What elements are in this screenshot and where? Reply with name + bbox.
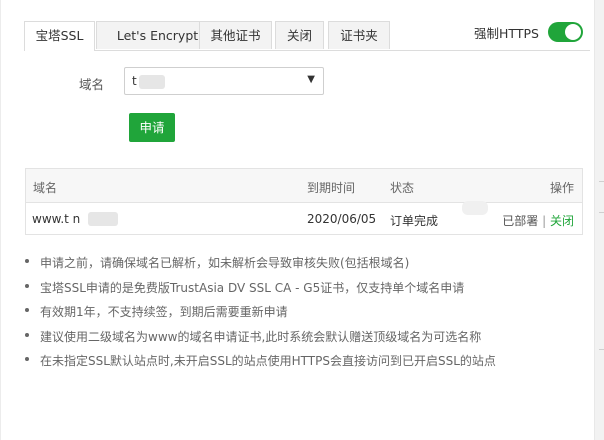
table-row: www.t n 2020/06/05 订单完成 已部署 | 关闭 bbox=[26, 201, 582, 235]
list-item: 有效期1年，不支持续签，到期后需要重新申请 bbox=[24, 303, 496, 328]
bullet-icon bbox=[25, 332, 29, 337]
note-text: 申请之前，请确保域名已解析，如未解析会导致审核失败(包括根域名) bbox=[40, 256, 410, 270]
note-text: 宝塔SSL申请的是免费版TrustAsia DV SSL CA - G5证书，仅… bbox=[40, 280, 465, 295]
row-domain: www.t n bbox=[32, 212, 81, 226]
bullet-icon bbox=[25, 357, 29, 361]
note-text: 在未指定SSL默认站点时,未开启SSL的站点使用HTTPS会直接访问到已开启SS… bbox=[40, 354, 496, 368]
bullet-icon bbox=[25, 308, 29, 312]
certificate-table: 域名 到期时间 状态 操作 www.t n 2020/06/05 订单完成 已部… bbox=[25, 168, 583, 235]
redacted-blur bbox=[139, 75, 165, 89]
panel-left-border bbox=[0, 0, 1, 440]
tab-certificate-folder[interactable]: 证书夹 bbox=[328, 21, 390, 49]
header-actions: 操作 bbox=[549, 181, 574, 195]
header-domain: 域名 bbox=[33, 181, 58, 195]
header-expiry: 到期时间 bbox=[307, 181, 356, 195]
force-https-toggle[interactable] bbox=[548, 22, 583, 42]
strip-tick bbox=[599, 181, 604, 182]
domain-label: 域名 bbox=[79, 77, 105, 92]
row-actions: 已部署 | 关闭 bbox=[502, 212, 574, 229]
strip-tick bbox=[599, 212, 604, 213]
apply-button[interactable]: 申请 bbox=[129, 113, 175, 142]
list-item: 宝塔SSL申请的是免费版TrustAsia DV SSL CA - G5证书，仅… bbox=[24, 279, 496, 304]
header-status: 状态 bbox=[390, 181, 415, 195]
bullet-icon bbox=[25, 259, 29, 263]
redacted-blur bbox=[462, 201, 488, 215]
deployed-status: 已部署 bbox=[502, 214, 539, 228]
bullet-icon bbox=[25, 283, 29, 288]
background-scroll-strip bbox=[594, 0, 604, 440]
domain-select[interactable]: t n ▼ bbox=[124, 67, 324, 95]
note-text: 建议使用二级域名为www的域名申请证书,此时系统会默认赠送顶级域名为可选名称 bbox=[40, 329, 482, 344]
strip-tick bbox=[599, 349, 604, 350]
tab-baota-ssl[interactable]: 宝塔SSL bbox=[24, 21, 95, 51]
redacted-blur bbox=[88, 212, 118, 226]
toggle-knob bbox=[565, 24, 581, 40]
dropdown-arrow-icon: ▼ bbox=[307, 74, 315, 85]
table-header: 域名 到期时间 状态 操作 bbox=[26, 169, 582, 203]
tab-other-certificate[interactable]: 其他证书 bbox=[199, 21, 272, 49]
list-item: 建议使用二级域名为www的域名申请证书,此时系统会默认赠送顶级域名为可选名称 bbox=[24, 328, 496, 353]
row-expiry: 2020/06/05 bbox=[307, 212, 377, 226]
list-item: 申请之前，请确保域名已解析，如未解析会导致审核失败(包括根域名) bbox=[24, 254, 496, 279]
help-notes: 申请之前，请确保域名已解析，如未解析会导致审核失败(包括根域名) 宝塔SSL申请… bbox=[24, 254, 496, 377]
list-item: 在未指定SSL默认站点时,未开启SSL的站点使用HTTPS会直接访问到已开启SS… bbox=[24, 352, 496, 377]
row-status: 订单完成 bbox=[390, 214, 439, 228]
note-text: 有效期1年，不支持续签，到期后需要重新申请 bbox=[40, 305, 288, 319]
close-ssl-link[interactable]: 关闭 bbox=[550, 214, 574, 228]
action-separator: | bbox=[542, 214, 547, 228]
tab-close[interactable]: 关闭 bbox=[275, 21, 324, 49]
force-https-label: 强制HTTPS bbox=[474, 26, 539, 41]
